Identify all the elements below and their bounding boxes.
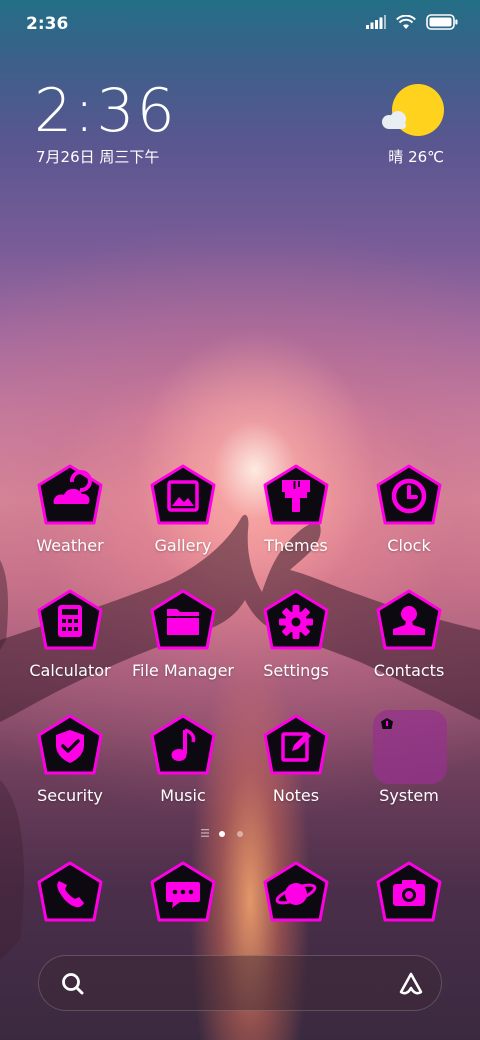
wifi-icon <box>396 14 416 29</box>
weather-text: 晴 26℃ <box>388 148 444 166</box>
weather-icon <box>34 460 106 532</box>
system-folder-icon <box>373 710 447 784</box>
folder-icon <box>147 585 219 657</box>
gear-icon <box>260 585 332 657</box>
clock-widget-time[interactable]: 2:36 <box>34 76 177 146</box>
page-dot <box>237 831 243 837</box>
app-security[interactable]: Security <box>14 710 126 826</box>
battery-icon <box>426 14 458 30</box>
dock-browser-planet[interactable] <box>240 857 352 937</box>
app-system[interactable]: System <box>353 710 465 826</box>
page-indicator[interactable] <box>0 828 480 842</box>
themes-brush-icon <box>260 460 332 532</box>
status-icons <box>366 14 458 30</box>
signal-icon <box>366 15 386 29</box>
shield-check-icon <box>34 710 106 782</box>
app-settings[interactable]: Settings <box>240 585 352 701</box>
dock-camera[interactable] <box>353 857 465 937</box>
page-dot-active <box>219 831 225 837</box>
clock-icon <box>373 460 445 532</box>
app-contacts[interactable]: Contacts <box>353 585 465 701</box>
app-calculator[interactable]: Calculator <box>14 585 126 701</box>
dock-message[interactable] <box>127 857 239 937</box>
app-drawer-lines-icon <box>201 829 209 837</box>
calculator-icon <box>34 585 106 657</box>
gallery-icon <box>147 460 219 532</box>
browser-planet-icon <box>260 857 332 929</box>
status-time: 2:36 <box>26 14 69 34</box>
app-label: System <box>379 786 439 805</box>
dock-phone[interactable] <box>14 857 126 937</box>
clock-widget-date[interactable]: 7月26日 周三下午 <box>36 146 159 167</box>
music-note-icon <box>147 710 219 782</box>
app-label: Clock <box>387 536 431 555</box>
person-icon <box>373 585 445 657</box>
camera-icon <box>373 857 445 929</box>
app-music[interactable]: Music <box>127 710 239 826</box>
app-gallery[interactable]: Gallery <box>127 460 239 576</box>
status-bar: 2:36 <box>0 0 480 50</box>
search-icon[interactable] <box>59 970 87 998</box>
app-themes[interactable]: Themes <box>240 460 352 576</box>
message-icon <box>147 857 219 929</box>
app-file-manager[interactable]: File Manager <box>127 585 239 701</box>
app-label: Contacts <box>373 661 445 680</box>
assistant-icon[interactable] <box>397 970 425 998</box>
phone-icon <box>34 857 106 929</box>
note-edit-icon <box>260 710 332 782</box>
search-bar[interactable] <box>38 955 442 1011</box>
app-notes[interactable]: Notes <box>240 710 352 826</box>
app-weather[interactable]: Weather <box>14 460 126 576</box>
app-clock[interactable]: Clock <box>353 460 465 576</box>
weather-widget[interactable]: 晴 26℃ <box>382 84 444 166</box>
cloud-icon <box>382 111 406 129</box>
